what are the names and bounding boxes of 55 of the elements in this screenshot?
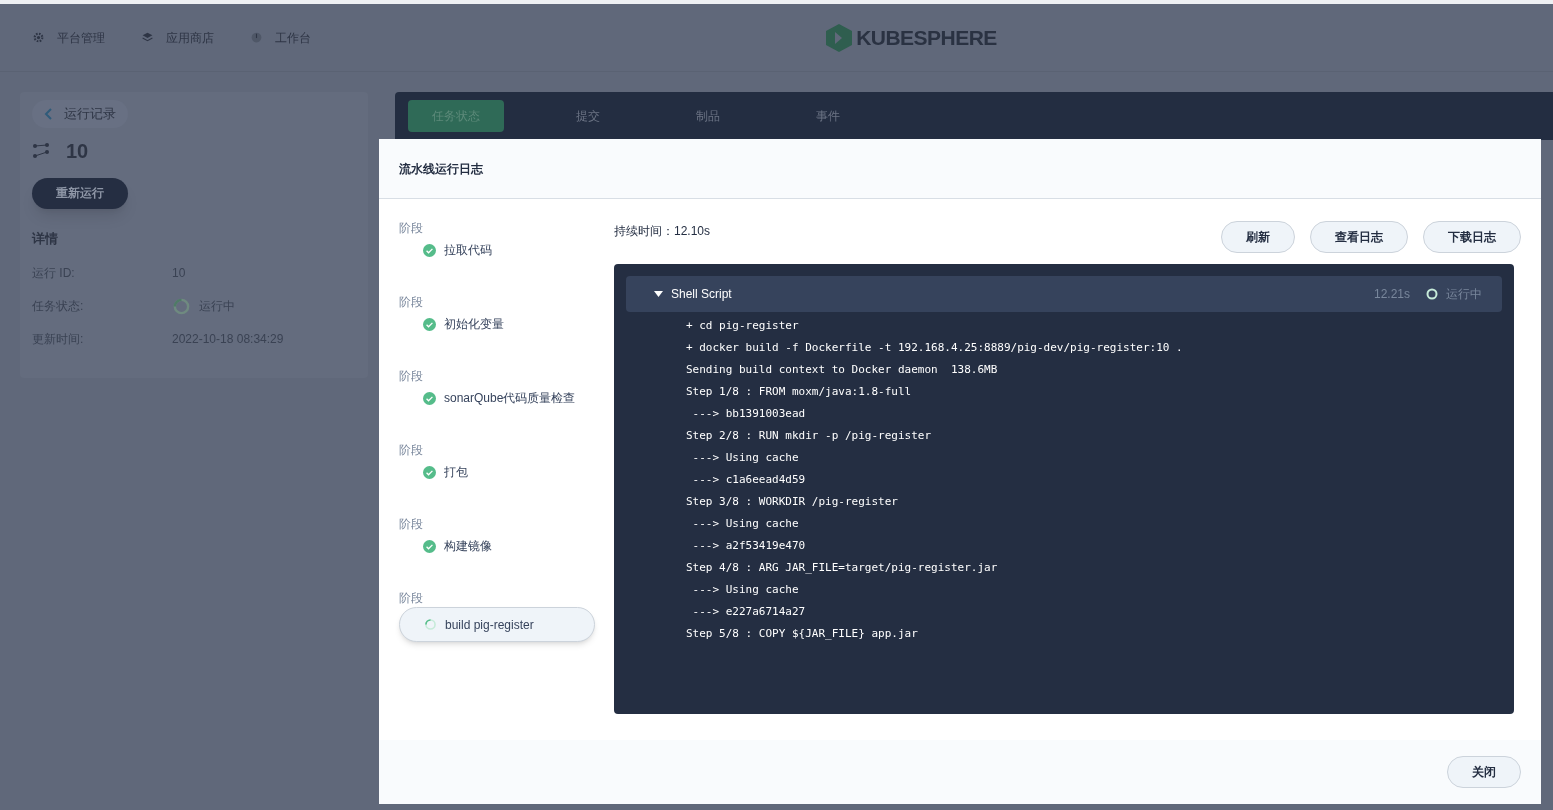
action-button[interactable]: 查看日志 — [1310, 221, 1408, 253]
stage-item[interactable]: 拉取代码 — [399, 241, 614, 259]
log-line: ---> bb1391003ead — [691, 406, 807, 422]
check-circle-icon — [423, 243, 436, 257]
log-line: + docker build -f Dockerfile -t 192.168.4.25:8889/pig-dev/pig-register:10 . — [686, 340, 1184, 356]
close-button[interactable]: 关闭 — [1447, 756, 1521, 788]
stage-item[interactable]: sonarQube代码质量检查 — [399, 389, 614, 407]
log-line: Step 4/8 : ARG JAR_FILE=target/pig-register.jar — [686, 560, 999, 576]
log-line: Step 5/8 : COPY ${JAR_FILE} app.jar — [686, 626, 919, 642]
log-line: ---> Using cache — [691, 516, 800, 532]
duration-text: 持续时间：12.10s — [614, 223, 711, 240]
action-button[interactable]: 刷新 — [1221, 221, 1295, 253]
logo-icon — [826, 23, 853, 52]
log-line: Step 1/8 : FROM moxm/java:1.8-full — [686, 384, 913, 400]
stage-item[interactable]: 打包 — [399, 463, 614, 481]
step-header[interactable]: Shell Script 12.21s 运行中 — [626, 276, 1502, 312]
log-line: Step 3/8 : WORKDIR /pig-register — [686, 494, 899, 510]
rerun-button[interactable]: 重新运行 — [32, 177, 128, 209]
stage-heading: 阶段 — [399, 443, 424, 457]
dial-icon — [250, 31, 263, 44]
stage-heading: 阶段 — [399, 221, 424, 235]
log-line: + cd pig-register — [686, 318, 800, 334]
check-circle-icon — [423, 465, 436, 479]
stage-heading: 阶段 — [399, 517, 424, 531]
log-line: ---> e227a6714a27 — [691, 604, 807, 620]
log-line: ---> a2f53419e470 — [691, 538, 807, 554]
details-title: 详情 — [32, 229, 59, 248]
settings-icon — [32, 31, 45, 44]
layers-icon — [141, 31, 154, 44]
log-line: ---> c1a6eead4d59 — [691, 472, 807, 488]
log-line: ---> Using cache — [691, 582, 800, 598]
dialog-title: 流水线运行日志 — [399, 160, 483, 178]
log-line: ---> Using cache — [691, 450, 800, 466]
check-circle-icon — [423, 317, 436, 331]
spinner-icon — [172, 296, 191, 316]
log-line: Step 2/8 : RUN mkdir -p /pig-register — [686, 428, 933, 444]
stage-item[interactable]: 构建镜像 — [399, 537, 614, 555]
spinner-icon — [424, 618, 437, 631]
run-number: 10 — [66, 138, 89, 164]
logo: KUBESPHERE — [826, 21, 997, 54]
stage-item[interactable]: 初始化变量 — [399, 315, 614, 333]
check-circle-icon — [423, 391, 436, 405]
step-status: 运行中 — [1446, 286, 1482, 303]
chevron-left-icon — [44, 107, 52, 120]
status-ring-icon — [1426, 288, 1438, 300]
check-circle-icon — [423, 539, 436, 553]
stage-heading: 阶段 — [399, 591, 424, 605]
pipeline-icon — [32, 141, 50, 160]
stage-heading: 阶段 — [399, 295, 424, 309]
stage-heading: 阶段 — [399, 369, 424, 383]
step-time: 12.21s — [1373, 286, 1410, 303]
action-button[interactable]: 下载日志 — [1423, 221, 1521, 253]
stage-item[interactable]: build pig-register — [399, 607, 595, 642]
caret-icon — [654, 291, 663, 297]
log-line: Sending build context to Docker daemon 138.6MB — [686, 362, 999, 378]
